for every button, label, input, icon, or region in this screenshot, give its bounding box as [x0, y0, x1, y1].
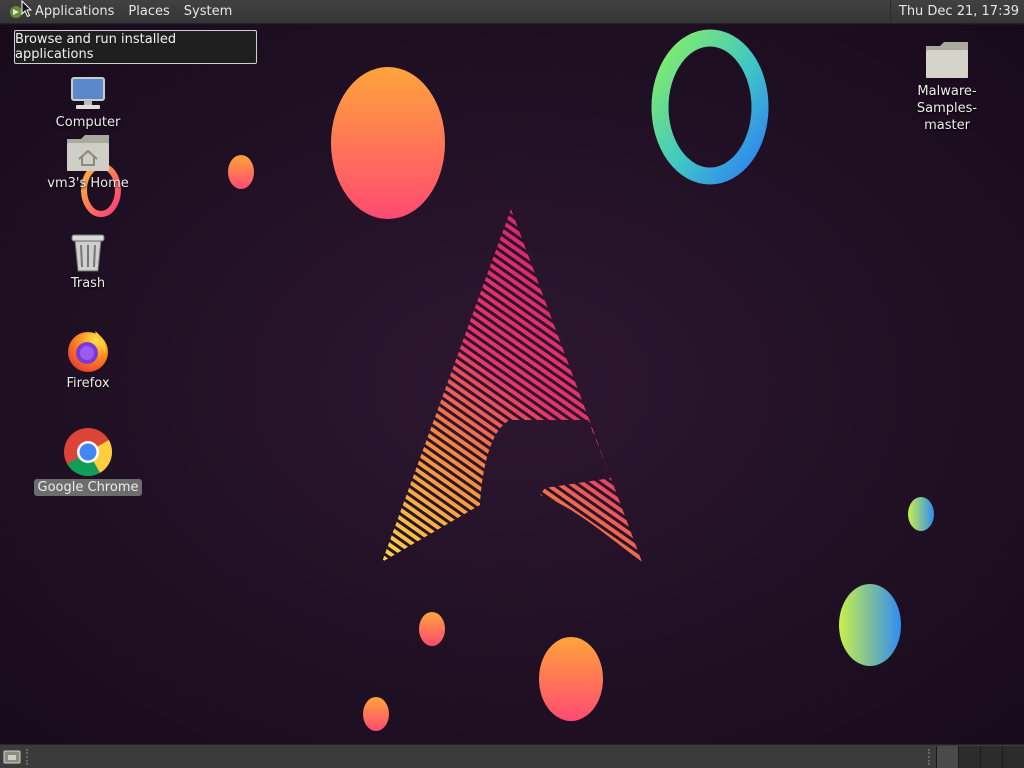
- desktop-icon-google-chrome[interactable]: Google Chrome: [28, 423, 148, 496]
- chrome-label: Google Chrome: [33, 479, 143, 496]
- workspace-2[interactable]: [958, 745, 980, 768]
- desktop-icon-trash[interactable]: Trash: [28, 223, 148, 292]
- firefox-icon: [28, 323, 148, 373]
- top-panel: Applications Places System Thu Dec 21, 1…: [0, 0, 1024, 24]
- desktop-icon-home[interactable]: vm3's Home: [28, 123, 148, 192]
- desktop-icon-firefox[interactable]: Firefox: [28, 323, 148, 392]
- malware-folder-label: Malware-Samples- master: [887, 83, 1007, 134]
- home-folder-icon: [28, 123, 148, 173]
- workspace-4[interactable]: [1002, 745, 1024, 768]
- places-menu[interactable]: Places: [121, 0, 176, 24]
- window-list-handle[interactable]: [26, 748, 34, 765]
- applications-menu[interactable]: Applications: [28, 0, 121, 24]
- home-label: vm3's Home: [47, 176, 129, 191]
- firefox-label: Firefox: [66, 376, 110, 391]
- malware-folder-label-line1: Malware-Samples-: [916, 84, 978, 116]
- mouse-cursor-icon: [21, 0, 33, 18]
- workspace-switcher-handle[interactable]: [928, 748, 936, 765]
- system-menu[interactable]: System: [177, 0, 239, 24]
- show-desktop-icon[interactable]: [2, 747, 22, 767]
- clock-applet[interactable]: Thu Dec 21, 17:39: [889, 0, 1024, 24]
- workspace-1[interactable]: [936, 745, 958, 768]
- desktop-icon-computer[interactable]: Computer: [28, 60, 148, 131]
- malware-folder-label-line2: master: [924, 118, 970, 133]
- trash-label: Trash: [70, 276, 106, 291]
- computer-icon: [28, 60, 148, 112]
- workspace-switcher[interactable]: [928, 745, 1024, 768]
- tooltip-text: Browse and run installed applications: [15, 32, 177, 62]
- applications-tooltip: Browse and run installed applications: [14, 30, 257, 64]
- chrome-icon: [28, 423, 148, 477]
- workspace-3[interactable]: [980, 745, 1002, 768]
- bottom-panel: [0, 744, 1024, 768]
- desktop-wallpaper: [0, 25, 1024, 744]
- folder-icon: [887, 34, 1007, 80]
- trash-icon: [28, 223, 148, 273]
- desktop-icon-malware-samples-folder[interactable]: Malware-Samples- master: [887, 34, 1007, 134]
